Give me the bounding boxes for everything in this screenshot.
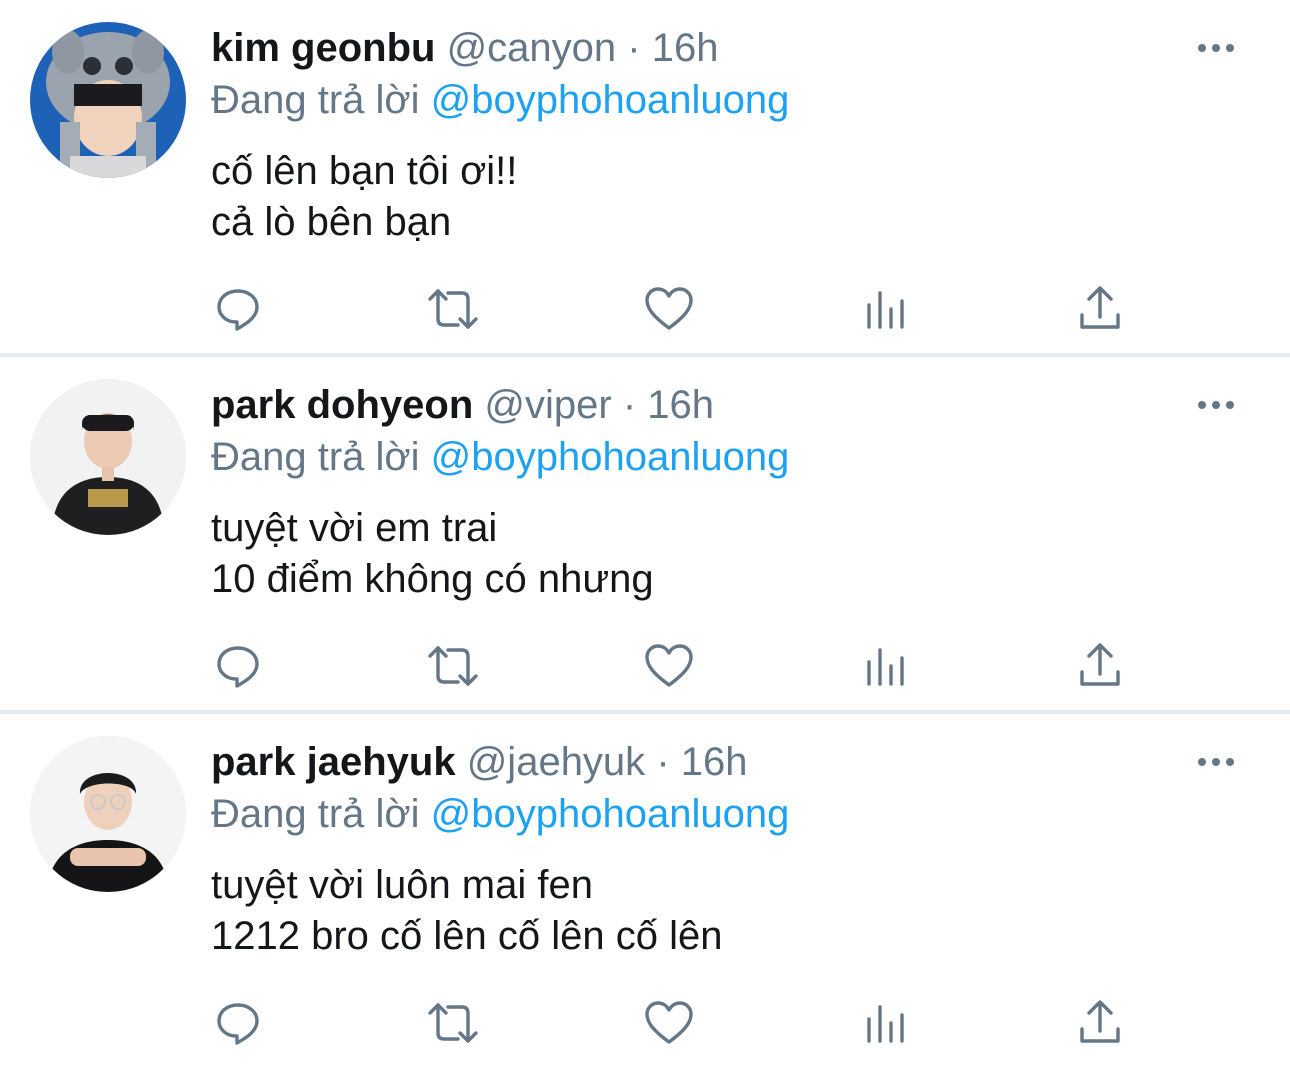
avatar[interactable] (30, 22, 186, 178)
analytics-icon[interactable] (858, 996, 912, 1050)
separator: · (627, 26, 641, 70)
action-bar (211, 282, 1131, 336)
reply-prefix: Đang trả lời (211, 435, 420, 479)
action-bar (211, 639, 1131, 693)
share-icon[interactable] (1073, 639, 1127, 693)
display-name[interactable]: park dohyeon (211, 383, 473, 427)
tweet-text: tuyệt vời luôn mai fen 1212 bro cố lên c… (211, 860, 722, 962)
tweet[interactable]: park jaehyuk @jaehyuk · 16h Đang trả lời… (0, 714, 1290, 1069)
tweet-text: tuyệt vời em trai 10 điểm không có nhưng (211, 503, 654, 605)
tweet-header: park dohyeon @viper · 16h (211, 381, 714, 429)
reply-prefix: Đang trả lời (211, 78, 420, 122)
tweet[interactable]: kim geonbu @canyon · 16h Đang trả lời @b… (0, 0, 1290, 357)
mention-link[interactable]: @boyphohoanluong (431, 78, 790, 122)
more-options-icon[interactable] (1194, 393, 1238, 417)
timestamp[interactable]: 16h (647, 383, 714, 427)
action-bar (211, 996, 1131, 1050)
like-icon[interactable] (642, 282, 696, 336)
retweet-icon[interactable] (426, 639, 480, 693)
display-name[interactable]: park jaehyuk (211, 740, 456, 784)
mention-link[interactable]: @boyphohoanluong (431, 792, 790, 836)
user-handle[interactable]: @viper (484, 383, 611, 427)
replying-to: Đang trả lời @boyphohoanluong (211, 790, 789, 838)
reply-feed: kim geonbu @canyon · 16h Đang trả lời @b… (0, 0, 1290, 1069)
analytics-icon[interactable] (858, 282, 912, 336)
replying-to: Đang trả lời @boyphohoanluong (211, 76, 789, 124)
more-options-icon[interactable] (1194, 36, 1238, 60)
tweet-line: 1212 bro cố lên cố lên cố lên (211, 914, 723, 958)
timestamp[interactable]: 16h (681, 740, 748, 784)
reply-prefix: Đang trả lời (211, 792, 420, 836)
mention-link[interactable]: @boyphohoanluong (431, 435, 790, 479)
share-icon[interactable] (1073, 996, 1127, 1050)
user-handle[interactable]: @jaehyuk (467, 740, 645, 784)
tweet-line: cố lên bạn tôi ơi!! (211, 149, 518, 193)
separator: · (656, 740, 670, 784)
tweet-text: cố lên bạn tôi ơi!! cả lò bên bạn (211, 146, 517, 248)
like-icon[interactable] (642, 996, 696, 1050)
avatar[interactable] (30, 736, 186, 892)
tweet-header: kim geonbu @canyon · 16h (211, 24, 719, 72)
user-handle[interactable]: @canyon (447, 26, 617, 70)
analytics-icon[interactable] (858, 639, 912, 693)
tweet-header: park jaehyuk @jaehyuk · 16h (211, 738, 748, 786)
tweet-line: tuyệt vời em trai (211, 506, 498, 550)
avatar[interactable] (30, 379, 186, 535)
reply-icon[interactable] (211, 996, 265, 1050)
separator: · (622, 383, 637, 427)
tweet[interactable]: park dohyeon @viper · 16h Đang trả lời @… (0, 357, 1290, 714)
retweet-icon[interactable] (426, 282, 480, 336)
reply-icon[interactable] (211, 639, 265, 693)
timestamp[interactable]: 16h (652, 26, 719, 70)
like-icon[interactable] (642, 639, 696, 693)
tweet-line: cả lò bên bạn (211, 200, 452, 244)
reply-icon[interactable] (211, 282, 265, 336)
replying-to: Đang trả lời @boyphohoanluong (211, 433, 789, 481)
tweet-line: tuyệt vời luôn mai fen (211, 863, 593, 907)
more-options-icon[interactable] (1194, 750, 1238, 774)
tweet-line: 10 điểm không có nhưng (211, 557, 654, 601)
share-icon[interactable] (1073, 282, 1127, 336)
retweet-icon[interactable] (426, 996, 480, 1050)
display-name[interactable]: kim geonbu (211, 26, 435, 70)
